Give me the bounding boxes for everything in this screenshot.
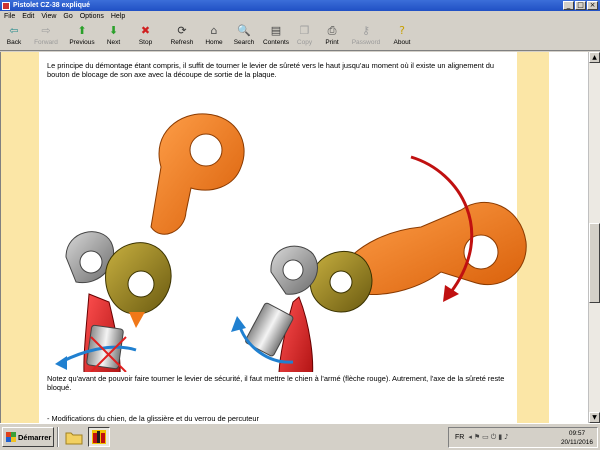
paragraph-intro: Le principe du démontage étant compris, … — [47, 61, 495, 80]
clock-date: 20/11/2016 — [560, 439, 593, 446]
windows-logo-icon — [6, 432, 16, 442]
tray-icons: ◂ ⚑ ▭ ⏻ ▮ ♪ — [468, 433, 508, 442]
back-arrow-icon: ⇦ — [9, 24, 19, 37]
copy-icon: ❐ — [299, 24, 310, 37]
vertical-scrollbar[interactable]: ▲ ▼ — [588, 52, 600, 423]
taskbar-app-cz38[interactable] — [88, 427, 110, 447]
toolbar-label: About — [393, 39, 411, 46]
paragraph-note: Notez qu'avant de pouvoir faire tourner … — [47, 374, 505, 393]
collapse-tray-icon[interactable]: ◂ — [468, 433, 472, 442]
volume-icon[interactable]: ♪ — [504, 433, 508, 442]
left-orange-lever-hole — [189, 133, 223, 167]
toolbar-label: Refresh — [170, 39, 194, 46]
home-icon: ⌂ — [210, 24, 218, 37]
maximize-button[interactable]: □ — [575, 1, 586, 10]
toolbar-copy-button[interactable]: ❐ Copy — [292, 22, 317, 51]
monitor-icon[interactable]: ▭ — [482, 433, 489, 442]
start-button[interactable]: Démarrer — [2, 427, 54, 447]
right-assembly — [231, 155, 527, 372]
menu-options[interactable]: Options — [80, 13, 104, 20]
window-title: Pistolet CZ-38 expliqué — [13, 2, 91, 9]
search-icon: 🔍 — [237, 24, 251, 37]
app-icon — [2, 1, 10, 10]
clock-time: 09:57 — [568, 430, 586, 437]
left-olive-hole — [127, 270, 155, 298]
toolbar-label: Contents — [262, 39, 290, 46]
flag-icon[interactable]: ⚑ — [474, 433, 480, 442]
stop-icon: ✖ — [140, 24, 151, 37]
contents-icon: ▤ — [270, 24, 282, 37]
language-indicator[interactable]: FR — [455, 434, 464, 441]
left-blue-arrowhead — [55, 356, 67, 370]
right-grey-hole — [282, 259, 304, 281]
toolbar-label: Search — [233, 39, 255, 46]
toolbar-about-button[interactable]: ? About — [385, 22, 419, 51]
key-icon: ⚷ — [361, 24, 371, 37]
print-icon: ⎙ — [327, 23, 337, 37]
toolbar-print-button[interactable]: ⎙ Print — [317, 22, 347, 51]
menu-bar: File Edit View Go Options Help — [0, 11, 600, 22]
network-icon[interactable]: ▮ — [498, 433, 502, 442]
down-arrow-icon: ⬇ — [108, 24, 119, 37]
close-button[interactable]: × — [587, 1, 598, 10]
toolbar-label: Stop — [138, 39, 153, 46]
left-orange-lever — [150, 113, 245, 235]
menu-help[interactable]: Help — [111, 13, 125, 20]
toolbar-refresh-button[interactable]: ⟳ Refresh — [164, 22, 200, 51]
refresh-icon: ⟳ — [177, 24, 187, 37]
window-controls: _ □ × — [563, 1, 598, 10]
forward-arrow-icon: ⇨ — [41, 24, 51, 37]
toolbar-label: Home — [205, 39, 223, 46]
toolbar-label: Password — [351, 39, 381, 46]
left-decorative-band — [1, 52, 39, 423]
about-icon: ? — [399, 24, 405, 37]
left-orange-tooth — [129, 312, 145, 328]
scroll-thumb[interactable] — [589, 223, 600, 303]
toolbar-stop-button[interactable]: ✖ Stop — [127, 22, 164, 51]
menu-go[interactable]: Go — [63, 13, 72, 20]
menu-view[interactable]: View — [41, 13, 56, 20]
scroll-down-button[interactable]: ▼ — [589, 412, 600, 423]
left-assembly — [55, 113, 245, 372]
section-heading-modifications: - Modifications du chien, de la glissièr… — [47, 414, 259, 423]
toolbar-home-button[interactable]: ⌂ Home — [200, 22, 228, 51]
minimize-button[interactable]: _ — [563, 1, 574, 10]
start-label: Démarrer — [18, 432, 52, 442]
clock[interactable]: 09:57 20/11/2016 — [561, 429, 593, 447]
toolbar: ⇦ Back ⇨ Forward ⬆ Previous ⬇ Next ✖ Stop ⟳ Refresh… — [0, 22, 600, 51]
safety-lever-illustration — [55, 113, 527, 372]
scroll-up-button[interactable]: ▲ — [589, 52, 600, 63]
toolbar-previous-button[interactable]: ⬆ Previous — [64, 22, 100, 51]
toolbar-back-button[interactable]: ⇦ Back — [0, 22, 28, 51]
toolbar-next-button[interactable]: ⬇ Next — [100, 22, 127, 51]
toolbar-search-button[interactable]: 🔍 Search — [228, 22, 260, 51]
right-blue-arrowhead — [231, 316, 246, 332]
power-icon[interactable]: ⏻ — [491, 433, 497, 442]
right-red-arrowhead — [443, 285, 459, 302]
right-olive-hole — [329, 270, 353, 294]
page-content: Le principe du démontage étant compris, … — [0, 52, 588, 423]
toolbar-label: Back — [6, 39, 22, 46]
toolbar-label: Previous — [69, 39, 95, 46]
menu-file[interactable]: File — [4, 13, 15, 20]
app-window: Pistolet CZ-38 expliqué _ □ × File Edit … — [0, 0, 600, 423]
folder-icon[interactable] — [63, 427, 85, 447]
up-arrow-icon: ⬆ — [77, 24, 87, 37]
toolbar-contents-button[interactable]: ▤ Contents — [260, 22, 292, 51]
title-bar: Pistolet CZ-38 expliqué _ □ × — [0, 0, 600, 11]
toolbar-label: Print — [325, 39, 339, 46]
toolbar-label: Next — [106, 39, 121, 46]
toolbar-forward-button[interactable]: ⇨ Forward — [28, 22, 64, 51]
menu-edit[interactable]: Edit — [22, 13, 34, 20]
toolbar-label: Copy — [296, 39, 313, 46]
toolbar-label: Forward — [34, 39, 58, 46]
toolbar-password-button[interactable]: ⚷ Password — [347, 22, 385, 51]
system-tray: FR ◂ ⚑ ▭ ⏻ ▮ ♪ 09:57 20/11/2016 — [448, 427, 598, 448]
taskbar-separator — [57, 427, 59, 447]
left-grey-hole — [79, 250, 103, 274]
taskbar: Démarrer FR ◂ ⚑ ▭ ⏻ ▮ ♪ 09:57 20/11/2016 — [0, 423, 600, 450]
